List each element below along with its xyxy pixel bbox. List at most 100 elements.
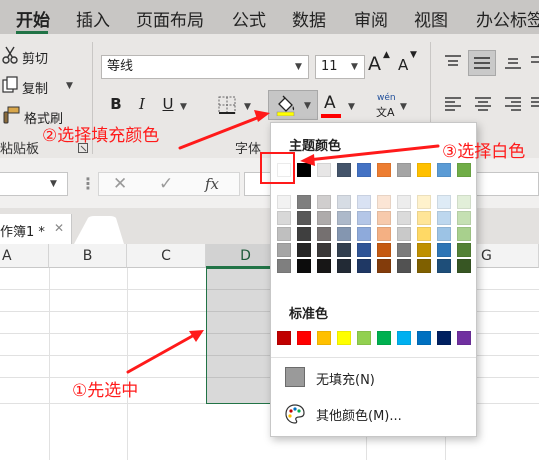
theme-shade-swatch[interactable] <box>437 195 451 209</box>
theme-color-swatch[interactable] <box>417 163 431 177</box>
theme-shade-swatch[interactable] <box>377 259 391 273</box>
theme-shade-swatch[interactable] <box>397 243 411 257</box>
standard-color-swatch[interactable] <box>377 331 391 345</box>
font-name-select[interactable]: 等线 ▼ <box>101 55 309 79</box>
theme-shade-swatch[interactable] <box>377 195 391 209</box>
theme-shade-swatch[interactable] <box>417 211 431 225</box>
theme-shade-swatch[interactable] <box>397 227 411 241</box>
fill-color-dropdown-icon[interactable]: ▼ <box>304 101 311 111</box>
theme-shade-swatch[interactable] <box>357 259 371 273</box>
tab-page-layout[interactable]: 页面布局 <box>136 6 204 31</box>
insert-function-button[interactable]: fx <box>205 175 219 193</box>
theme-shade-swatch[interactable] <box>317 227 331 241</box>
wrap-text-icon[interactable] <box>530 54 539 74</box>
standard-color-swatch[interactable] <box>437 331 451 345</box>
theme-shade-swatch[interactable] <box>277 211 291 225</box>
standard-color-swatch[interactable] <box>297 331 311 345</box>
theme-shade-swatch[interactable] <box>437 227 451 241</box>
theme-color-swatch[interactable] <box>357 163 371 177</box>
more-colors-item[interactable]: 其他颜色(M)... <box>281 400 466 428</box>
font-size-select[interactable]: 11 ▼ <box>315 55 365 79</box>
cut-button[interactable]: 剪切 <box>22 48 48 67</box>
phonetic-guide-icon[interactable]: 文A <box>374 105 398 121</box>
font-color-button[interactable]: A <box>324 93 336 113</box>
copy-button[interactable]: 复制 <box>22 78 48 97</box>
theme-shade-swatch[interactable] <box>457 227 471 241</box>
theme-shade-swatch[interactable] <box>297 227 311 241</box>
theme-color-swatch[interactable] <box>437 163 451 177</box>
theme-shade-swatch[interactable] <box>357 195 371 209</box>
align-center-icon[interactable] <box>474 96 492 116</box>
new-tab-button[interactable] <box>74 216 124 244</box>
theme-shade-swatch[interactable] <box>277 243 291 257</box>
theme-shade-swatch[interactable] <box>397 259 411 273</box>
standard-color-swatch[interactable] <box>417 331 431 345</box>
theme-shade-swatch[interactable] <box>457 195 471 209</box>
theme-shade-swatch[interactable] <box>417 195 431 209</box>
theme-shade-swatch[interactable] <box>297 211 311 225</box>
theme-shade-swatch[interactable] <box>277 195 291 209</box>
theme-shade-swatch[interactable] <box>377 211 391 225</box>
justify-icon[interactable] <box>530 96 539 116</box>
close-tab-icon[interactable]: ✕ <box>54 221 64 235</box>
name-box[interactable]: ▼ <box>0 172 68 196</box>
italic-button[interactable]: I <box>132 95 152 113</box>
column-header-a[interactable]: A <box>0 244 49 268</box>
tab-home[interactable]: 开始 <box>16 6 50 31</box>
theme-shade-swatch[interactable] <box>457 211 471 225</box>
tab-formulas[interactable]: 公式 <box>232 6 266 31</box>
theme-shade-swatch[interactable] <box>417 227 431 241</box>
theme-color-swatch[interactable] <box>457 163 471 177</box>
theme-color-swatch[interactable] <box>317 163 331 177</box>
standard-color-swatch[interactable] <box>397 331 411 345</box>
font-color-dropdown-icon[interactable]: ▼ <box>348 102 355 112</box>
grow-font-button[interactable]: A <box>368 53 381 75</box>
underline-dropdown-icon[interactable]: ▼ <box>180 102 187 112</box>
theme-shade-swatch[interactable] <box>457 243 471 257</box>
theme-shade-swatch[interactable] <box>377 243 391 257</box>
standard-color-swatch[interactable] <box>277 331 291 345</box>
tab-view[interactable]: 视图 <box>414 6 448 31</box>
standard-color-swatch[interactable] <box>457 331 471 345</box>
bold-button[interactable]: B <box>106 95 126 113</box>
theme-shade-swatch[interactable] <box>337 195 351 209</box>
theme-shade-swatch[interactable] <box>317 211 331 225</box>
formula-bar-grip-icon[interactable]: ⋮ <box>80 174 96 193</box>
workbook-tab[interactable]: 作簿1 * ✕ <box>0 214 72 244</box>
theme-color-swatch[interactable] <box>377 163 391 177</box>
theme-shade-swatch[interactable] <box>417 243 431 257</box>
align-top-icon[interactable] <box>444 54 462 74</box>
cancel-icon[interactable]: ✕ <box>113 174 127 194</box>
tab-review[interactable]: 审阅 <box>354 6 388 31</box>
theme-shade-swatch[interactable] <box>397 211 411 225</box>
align-left-icon[interactable] <box>444 96 462 116</box>
name-box-dropdown-icon[interactable]: ▼ <box>50 179 57 189</box>
theme-shade-swatch[interactable] <box>437 211 451 225</box>
theme-shade-swatch[interactable] <box>317 243 331 257</box>
theme-color-swatch[interactable] <box>397 163 411 177</box>
align-right-icon[interactable] <box>504 96 522 116</box>
shrink-font-button[interactable]: A <box>398 56 408 74</box>
theme-color-swatch[interactable] <box>297 163 311 177</box>
tab-office-tab[interactable]: 办公标签 <box>476 6 539 31</box>
standard-color-swatch[interactable] <box>337 331 351 345</box>
standard-color-swatch[interactable] <box>357 331 371 345</box>
theme-shade-swatch[interactable] <box>357 227 371 241</box>
no-fill-item[interactable]: 无填充(N) <box>281 364 466 392</box>
font-size-dropdown-icon[interactable]: ▼ <box>351 56 358 78</box>
align-bottom-icon[interactable] <box>504 54 522 74</box>
underline-button[interactable]: U <box>158 95 178 113</box>
column-header-b[interactable]: B <box>49 244 127 268</box>
theme-shade-swatch[interactable] <box>297 195 311 209</box>
font-name-dropdown-icon[interactable]: ▼ <box>295 56 302 78</box>
theme-shade-swatch[interactable] <box>297 259 311 273</box>
borders-icon[interactable] <box>218 96 236 118</box>
theme-shade-swatch[interactable] <box>397 195 411 209</box>
tab-data[interactable]: 数据 <box>292 6 326 31</box>
theme-shade-swatch[interactable] <box>357 211 371 225</box>
tab-insert[interactable]: 插入 <box>76 6 110 31</box>
phonetic-dropdown-icon[interactable]: ▼ <box>400 102 407 112</box>
theme-shade-swatch[interactable] <box>377 227 391 241</box>
theme-shade-swatch[interactable] <box>277 227 291 241</box>
theme-shade-swatch[interactable] <box>337 243 351 257</box>
